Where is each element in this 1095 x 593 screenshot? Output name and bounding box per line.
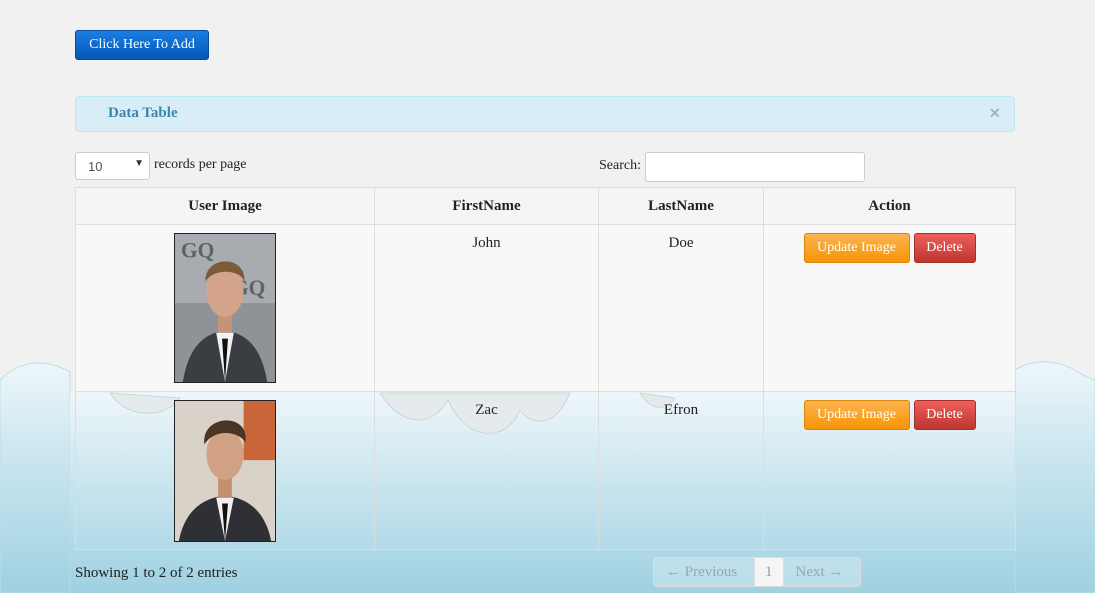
table-row: GQ GQ John Doe Update Image Delete [75, 224, 1016, 392]
panel-title: Data Table [108, 105, 178, 121]
table-header-row: User Image FirstName LastName Action [75, 187, 1016, 225]
svg-text:GQ: GQ [181, 239, 215, 263]
column-header-lastname[interactable]: LastName [598, 187, 764, 225]
user-image-cell: GQ GQ [75, 224, 375, 392]
firstname-text: Zac [475, 402, 498, 418]
add-button[interactable]: Click Here To Add [75, 30, 209, 60]
lastname-text: Efron [663, 402, 699, 418]
update-image-button[interactable]: Update Image [803, 400, 910, 430]
previous-page-button[interactable]: ← Previous [654, 558, 754, 586]
column-header-user-image[interactable]: User Image [75, 187, 375, 225]
users-table: User Image FirstName LastName Action GQ … [75, 187, 1016, 550]
update-image-button[interactable]: Update Image [803, 233, 910, 263]
lastname-text: Doe [668, 235, 694, 251]
firstname-cell: Zac [374, 391, 599, 550]
firstname-cell: John [374, 224, 599, 392]
close-icon[interactable]: × [989, 103, 1000, 123]
records-per-page-select[interactable]: 10 ▼ [75, 152, 150, 180]
search-input[interactable] [645, 152, 865, 182]
delete-button[interactable]: Delete [913, 233, 976, 263]
next-page-button[interactable]: Next → [784, 558, 860, 586]
chevron-down-icon: ▼ [134, 158, 144, 169]
user-photo [174, 400, 276, 542]
action-cell: Update Image Delete [763, 391, 1016, 550]
page-1-button[interactable]: 1 [754, 558, 784, 586]
table-row: Zac Efron Update Image Delete [75, 391, 1016, 550]
user-photo: GQ GQ [174, 233, 276, 383]
column-header-firstname[interactable]: FirstName [374, 187, 599, 225]
firstname-text: John [472, 235, 501, 251]
lastname-cell: Efron [598, 391, 764, 550]
entries-info: Showing 1 to 2 of 2 entries [75, 565, 238, 581]
column-header-action[interactable]: Action [763, 187, 1016, 225]
search-label: Search: [599, 158, 641, 173]
delete-button[interactable]: Delete [913, 400, 976, 430]
lastname-cell: Doe [598, 224, 764, 392]
data-table-header: Data Table × [75, 96, 1015, 132]
records-per-page-value: 10 [88, 159, 103, 174]
action-cell: Update Image Delete [763, 224, 1016, 392]
records-per-page-label: records per page [154, 157, 247, 172]
user-image-cell [75, 391, 375, 550]
pagination: ← Previous 1 Next → [653, 557, 861, 587]
